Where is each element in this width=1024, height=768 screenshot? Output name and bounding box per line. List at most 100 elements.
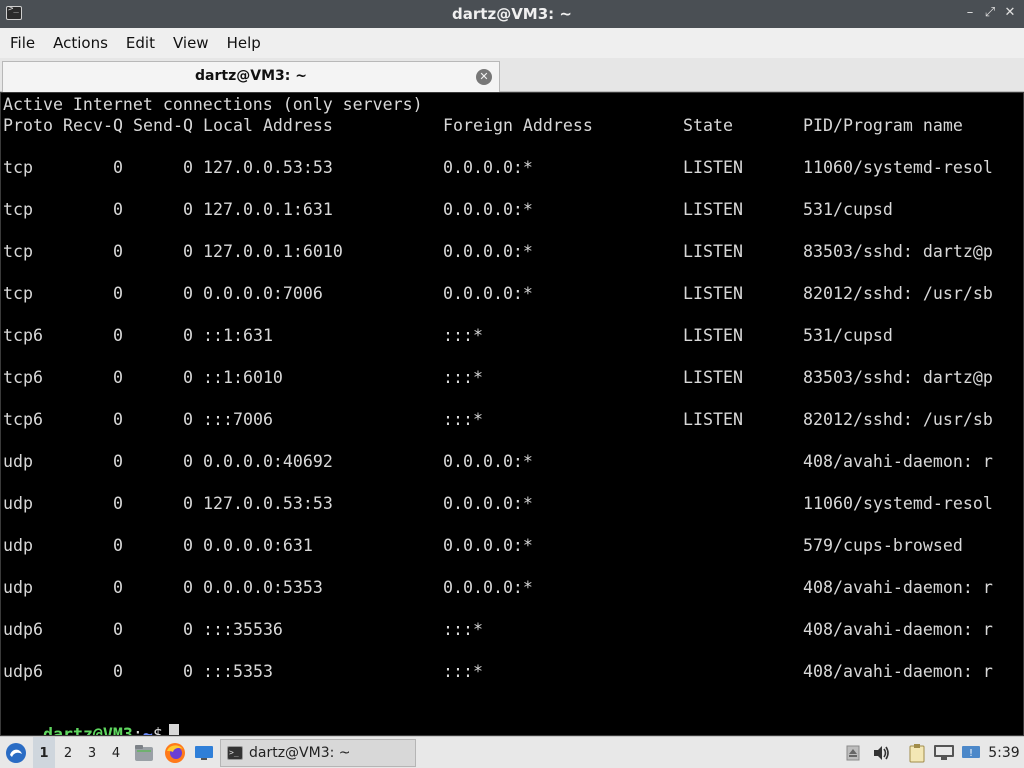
cell-local-address: :::7006: [203, 410, 273, 429]
cell-pid-program: 408/avahi-daemon: r: [803, 578, 993, 597]
cell-recvq: 0: [113, 536, 123, 555]
header-recvq: Recv-Q: [63, 116, 123, 135]
table-row: tcp 0 0 127.0.0.1:6010 0.0.0.0:* LISTEN 83503/…: [3, 241, 1023, 262]
cell-sendq: 0: [183, 536, 193, 555]
cell-recvq: 0: [113, 284, 123, 303]
cell-state: LISTEN: [683, 200, 743, 219]
cell-proto: udp6: [3, 620, 43, 639]
shell-prompt[interactable]: dartz@VM3:~$: [3, 703, 179, 735]
cell-sendq: 0: [183, 452, 193, 471]
cell-proto: udp: [3, 494, 33, 513]
volume-icon[interactable]: [869, 737, 893, 768]
header-foreign: Foreign Address: [443, 116, 593, 135]
cell-sendq: 0: [183, 578, 193, 597]
svg-text:!: !: [969, 748, 973, 759]
cell-pid-program: 83503/sshd: dartz@p: [803, 242, 993, 261]
cell-foreign-address: :::*: [443, 410, 483, 429]
header-pid: PID/Program name: [803, 116, 963, 135]
cell-foreign-address: 0.0.0.0:*: [443, 494, 533, 513]
menu-help[interactable]: Help: [221, 34, 273, 52]
file-manager-icon[interactable]: [132, 737, 156, 768]
cell-local-address: 0.0.0.0:5353: [203, 578, 323, 597]
cell-local-address: :::35536: [203, 620, 283, 639]
cell-local-address: 0.0.0.0:40692: [203, 452, 333, 471]
table-row: udp 0 0 0.0.0.0:631 0.0.0.0:* 579/cups-browse…: [3, 535, 1023, 556]
cell-pid-program: 531/cupsd: [803, 326, 893, 345]
tab-close-icon[interactable]: ✕: [476, 69, 492, 85]
cell-proto: udp: [3, 536, 33, 555]
cell-state: LISTEN: [683, 326, 743, 345]
table-row: tcp 0 0 127.0.0.53:53 0.0.0.0:* LISTEN 11060/s…: [3, 157, 1023, 178]
cell-pid-program: 11060/systemd-resol: [803, 158, 993, 177]
desktop-icon[interactable]: [192, 737, 216, 768]
workspace-3[interactable]: 3: [81, 737, 103, 768]
eject-icon[interactable]: [842, 737, 864, 768]
prompt-symbol: $: [152, 725, 163, 736]
menu-actions[interactable]: Actions: [47, 34, 120, 52]
cell-foreign-address: 0.0.0.0:*: [443, 242, 533, 261]
header-state: State: [683, 116, 733, 135]
menu-edit[interactable]: Edit: [120, 34, 167, 52]
cell-recvq: 0: [113, 452, 123, 471]
firefox-icon[interactable]: [162, 737, 188, 768]
cell-local-address: :::5353: [203, 662, 273, 681]
cell-foreign-address: 0.0.0.0:*: [443, 578, 533, 597]
text-cursor: [168, 724, 179, 735]
workspace-1[interactable]: 1: [33, 737, 55, 768]
cell-foreign-address: 0.0.0.0:*: [443, 452, 533, 471]
prompt-path: ~: [142, 725, 153, 736]
cell-local-address: 127.0.0.53:53: [203, 158, 333, 177]
taskbar: 1 2 3 4 >_ dartz@VM3: ~ ! 5:39: [0, 736, 1024, 768]
cell-local-address: 0.0.0.0:7006: [203, 284, 323, 303]
menu-file[interactable]: File: [4, 34, 47, 52]
cell-foreign-address: :::*: [443, 620, 483, 639]
cell-state: LISTEN: [683, 410, 743, 429]
task-label: dartz@VM3: ~: [249, 745, 351, 761]
clock[interactable]: 5:39: [986, 737, 1022, 768]
maximize-button[interactable]: ⤢: [982, 5, 998, 20]
table-row: udp 0 0 127.0.0.53:53 0.0.0.0:* 11060/systemd…: [3, 493, 1023, 514]
cell-sendq: 0: [183, 326, 193, 345]
window-titlebar[interactable]: dartz@VM3: ~ – ⤢ ✕: [0, 0, 1024, 28]
menu-bar: File Actions Edit View Help: [0, 28, 1024, 58]
cell-proto: tcp6: [3, 410, 43, 429]
cell-pid-program: 82012/sshd: /usr/sb: [803, 284, 993, 303]
cell-recvq: 0: [113, 242, 123, 261]
cell-local-address: ::1:631: [203, 326, 273, 345]
start-menu-icon[interactable]: [4, 737, 28, 768]
terminal-task-icon: >_: [227, 746, 243, 760]
cell-recvq: 0: [113, 578, 123, 597]
table-row: udp6 0 0:::5353:::* 408/avahi-daemon: r: [3, 661, 1023, 682]
header-local: Local Address: [203, 116, 333, 135]
table-row: udp 0 0 0.0.0.0:5353 0.0.0.0:* 408/avahi-daem…: [3, 577, 1023, 598]
clipboard-icon[interactable]: [905, 737, 929, 768]
cell-local-address: 127.0.0.1:631: [203, 200, 333, 219]
cell-proto: tcp: [3, 242, 33, 261]
cell-proto: tcp6: [3, 326, 43, 345]
network-icon[interactable]: [932, 737, 956, 768]
cell-pid-program: 82012/sshd: /usr/sb: [803, 410, 993, 429]
header-proto: Proto: [3, 116, 53, 135]
close-button[interactable]: ✕: [1002, 5, 1018, 20]
cell-recvq: 0: [113, 662, 123, 681]
taskbar-task-terminal[interactable]: >_ dartz@VM3: ~: [220, 739, 416, 767]
cell-foreign-address: 0.0.0.0:*: [443, 158, 533, 177]
workspace-4[interactable]: 4: [105, 737, 127, 768]
terminal-output[interactable]: Active Internet connections (only server…: [0, 92, 1024, 736]
table-row: tcp 0 0 127.0.0.1:631 0.0.0.0:* LISTEN 531/cup…: [3, 199, 1023, 220]
cell-proto: udp: [3, 452, 33, 471]
cell-recvq: 0: [113, 410, 123, 429]
tab-terminal[interactable]: dartz@VM3: ~ ✕: [2, 61, 500, 92]
cell-sendq: 0: [183, 368, 193, 387]
minimize-button[interactable]: –: [962, 5, 978, 20]
cell-sendq: 0: [183, 410, 193, 429]
cell-proto: udp6: [3, 662, 43, 681]
workspace-2[interactable]: 2: [57, 737, 79, 768]
menu-view[interactable]: View: [167, 34, 221, 52]
tab-bar: dartz@VM3: ~ ✕: [0, 58, 1024, 92]
cell-sendq: 0: [183, 200, 193, 219]
cell-local-address: 127.0.0.53:53: [203, 494, 333, 513]
netstat-title: Active Internet connections (only server…: [3, 95, 423, 114]
update-icon[interactable]: !: [959, 737, 983, 768]
table-row: udp6 0 0:::35536:::* 408/avahi-daemon: r: [3, 619, 1023, 640]
